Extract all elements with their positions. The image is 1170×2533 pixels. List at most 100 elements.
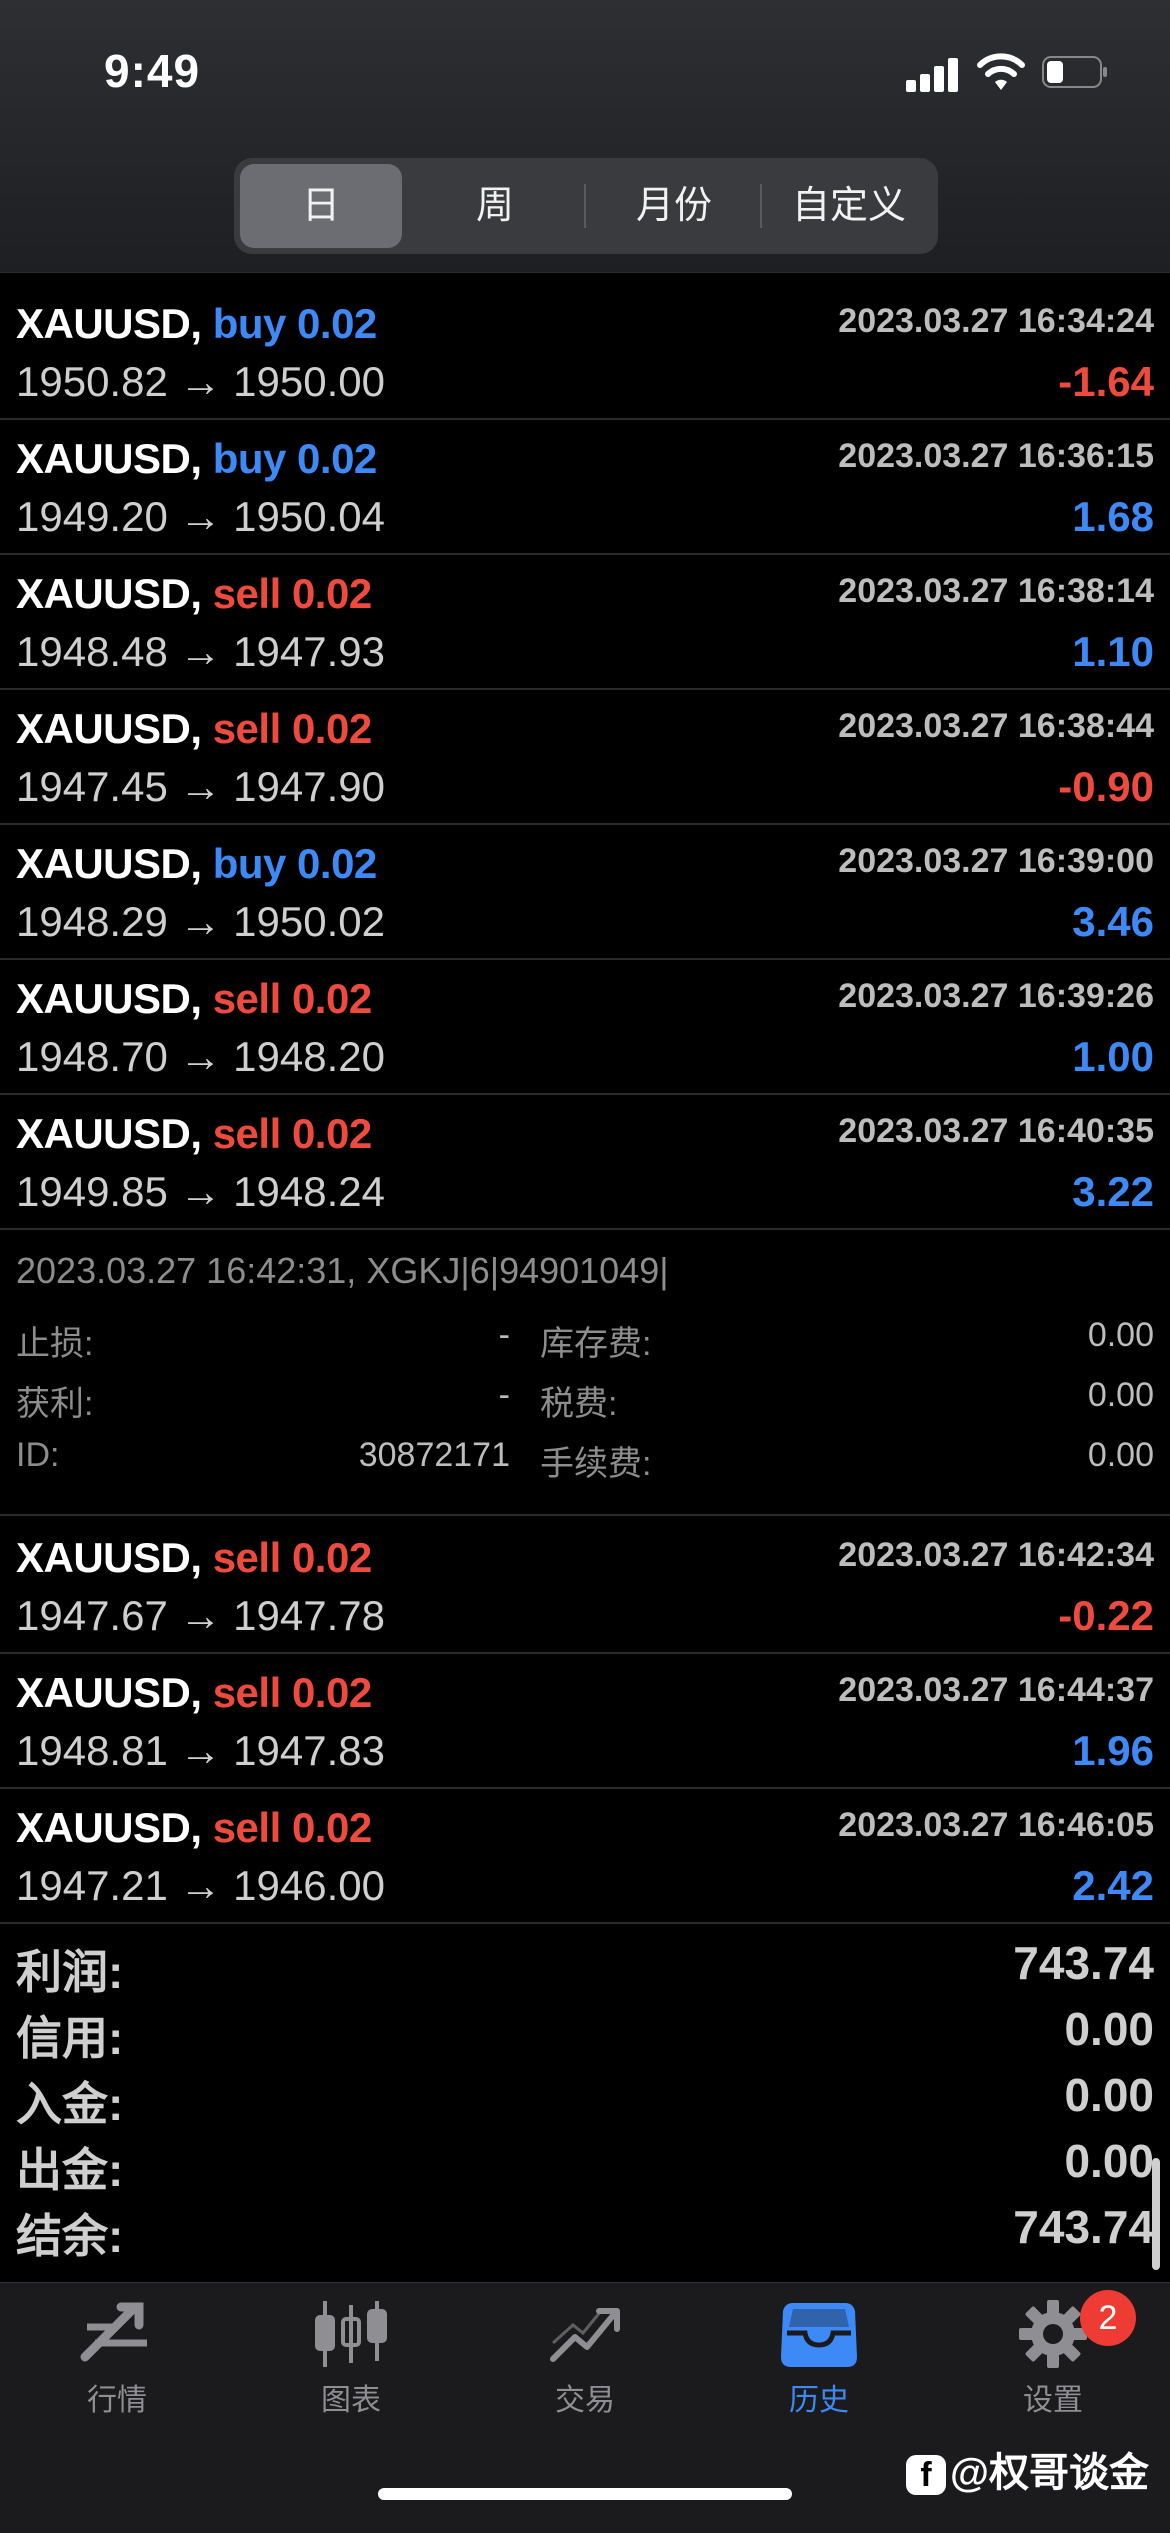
watermark-text: @权哥谈金 bbox=[950, 2451, 1150, 2495]
trade-row[interactable]: XAUUSD, sell 0.02 2023.03.27 16:40:35 1949… bbox=[0, 1094, 1170, 1230]
summary-value-withdrawal: 0.00 bbox=[1064, 2135, 1154, 2187]
watermark: f @权哥谈金 bbox=[906, 2440, 1149, 2498]
tax-label: 税费: bbox=[540, 1385, 618, 1423]
tab-history-label: 历史 bbox=[789, 2384, 849, 2417]
tab-chart-label: 图表 bbox=[321, 2384, 381, 2417]
symbol-text: XAUUSD, bbox=[16, 1534, 202, 1581]
take-profit-label: 获利: bbox=[16, 1385, 94, 1423]
tab-settings-label: 设置 bbox=[1023, 2384, 1083, 2417]
trade-profit: -0.90 bbox=[1058, 763, 1154, 810]
trade-symbol: XAUUSD, sell 0.02 bbox=[16, 1669, 372, 1717]
trade-row[interactable]: XAUUSD, sell 0.02 2023.03.27 16:39:26 1948… bbox=[0, 959, 1170, 1095]
history-inbox-icon bbox=[781, 2303, 857, 2367]
period-tab-custom[interactable]: 自定义 bbox=[764, 164, 934, 248]
account-summary: 利润: 743.74 信用: 0.00 入金: 0.00 出金: 0.00 结余… bbox=[0, 1922, 1170, 2282]
trade-symbol: XAUUSD, sell 0.02 bbox=[16, 1110, 372, 1158]
trade-side: sell bbox=[212, 975, 282, 1022]
trade-symbol: XAUUSD, buy 0.02 bbox=[16, 435, 377, 483]
trade-side: sell bbox=[212, 1669, 282, 1716]
trade-time: 2023.03.27 16:40:35 bbox=[838, 1112, 1154, 1150]
stop-loss-label: 止损: bbox=[16, 1325, 94, 1363]
period-tab-month[interactable]: 月份 bbox=[588, 164, 760, 248]
tab-history[interactable]: 历史 bbox=[702, 2299, 936, 2419]
trade-volume: 0.02 bbox=[291, 1534, 372, 1581]
trade-prices: 1948.29 → 1950.02 bbox=[16, 898, 385, 945]
settings-notification-badge: 2 bbox=[1080, 2290, 1136, 2346]
symbol-text: XAUUSD, bbox=[16, 1669, 202, 1716]
trade-symbol: XAUUSD, buy 0.02 bbox=[16, 300, 377, 348]
trade-time: 2023.03.27 16:44:37 bbox=[838, 1671, 1154, 1709]
trade-prices: 1949.85 → 1948.24 bbox=[16, 1168, 385, 1215]
tab-chart[interactable]: 图表 bbox=[234, 2299, 468, 2419]
trade-profit: 3.46 bbox=[1072, 898, 1154, 945]
summary-value-deposit: 0.00 bbox=[1064, 2069, 1154, 2121]
trade-time: 2023.03.27 16:39:26 bbox=[838, 977, 1154, 1015]
trade-row[interactable]: XAUUSD, sell 0.02 2023.03.27 16:44:37 1948… bbox=[0, 1653, 1170, 1789]
trade-time: 2023.03.27 16:38:44 bbox=[838, 707, 1154, 745]
period-tab-week[interactable]: 周 bbox=[412, 164, 578, 248]
trade-profit: -0.22 bbox=[1058, 1592, 1154, 1639]
period-tab-day[interactable]: 日 bbox=[240, 164, 402, 248]
tab-quotes[interactable]: 行情 bbox=[0, 2299, 234, 2419]
summary-value-balance: 743.74 bbox=[1013, 2201, 1154, 2253]
trade-side: buy bbox=[212, 300, 287, 347]
trade-side: sell bbox=[212, 1534, 282, 1581]
trade-prices: 1950.82 → 1950.00 bbox=[16, 358, 385, 405]
id-value: 30872171 bbox=[358, 1436, 510, 1474]
trade-time: 2023.03.27 16:39:00 bbox=[838, 842, 1154, 880]
wifi-icon bbox=[977, 53, 1025, 90]
trade-row[interactable]: XAUUSD, buy 0.02 2023.03.27 16:34:24 1950.… bbox=[0, 284, 1170, 420]
trade-volume: 0.02 bbox=[291, 570, 372, 617]
trade-row[interactable]: XAUUSD, sell 0.02 2023.03.27 16:46:05 1947… bbox=[0, 1788, 1170, 1924]
trade-time: 2023.03.27 16:34:24 bbox=[838, 302, 1154, 340]
trade-profit: 1.96 bbox=[1072, 1727, 1154, 1774]
trade-detail-panel[interactable]: 2023.03.27 16:42:31, XGKJ|6|94901049| 止损… bbox=[0, 1230, 1170, 1516]
trade-prices: 1948.48 → 1947.93 bbox=[16, 628, 385, 675]
trade-row[interactable]: XAUUSD, sell 0.02 2023.03.27 16:38:44 1947… bbox=[0, 689, 1170, 825]
symbol-text: XAUUSD, bbox=[16, 570, 202, 617]
home-indicator[interactable] bbox=[378, 2488, 792, 2500]
symbol-text: XAUUSD, bbox=[16, 1804, 202, 1851]
summary-label-withdrawal: 出金: bbox=[16, 2144, 124, 2196]
trade-side: sell bbox=[212, 1110, 282, 1157]
trade-profit: 1.68 bbox=[1072, 493, 1154, 540]
trade-volume: 0.02 bbox=[291, 705, 372, 752]
tax-value: 0.00 bbox=[1087, 1376, 1154, 1414]
scrollbar[interactable] bbox=[1152, 2158, 1160, 2270]
trade-symbol: XAUUSD, sell 0.02 bbox=[16, 570, 372, 618]
summary-label-deposit: 入金: bbox=[16, 2078, 124, 2130]
trade-row[interactable]: XAUUSD, buy 0.02 2023.03.27 16:36:15 1949.… bbox=[0, 419, 1170, 555]
trade-side: buy bbox=[212, 435, 287, 482]
trade-prices: 1947.45 → 1947.90 bbox=[16, 763, 385, 810]
trade-side: sell bbox=[212, 1804, 282, 1851]
trade-row[interactable]: XAUUSD, buy 0.02 2023.03.27 16:39:00 1948.… bbox=[0, 824, 1170, 960]
trade-time: 2023.03.27 16:36:15 bbox=[838, 437, 1154, 475]
trade-prices: 1948.70 → 1948.20 bbox=[16, 1033, 385, 1080]
trade-prices: 1949.20 → 1950.04 bbox=[16, 493, 385, 540]
trade-time: 2023.03.27 16:42:34 bbox=[838, 1536, 1154, 1574]
signal-icon bbox=[906, 58, 962, 92]
trade-volume: 0.02 bbox=[297, 300, 377, 347]
trade-profit: 1.10 bbox=[1072, 628, 1154, 675]
trade-row[interactable]: XAUUSD, sell 0.02 2023.03.27 16:42:34 1947… bbox=[0, 1518, 1170, 1654]
candlestick-chart-icon bbox=[315, 2301, 387, 2367]
trade-volume: 0.02 bbox=[297, 840, 377, 887]
trade-row[interactable]: XAUUSD, sell 0.02 2023.03.27 16:38:14 1948… bbox=[0, 554, 1170, 690]
detail-title: 2023.03.27 16:42:31, XGKJ|6|94901049| bbox=[16, 1250, 669, 1291]
trade-symbol: XAUUSD, sell 0.02 bbox=[16, 1804, 372, 1852]
trade-side: sell bbox=[212, 705, 282, 752]
trade-volume: 0.02 bbox=[291, 1669, 372, 1716]
trade-time: 2023.03.27 16:38:14 bbox=[838, 572, 1154, 610]
tab-trade[interactable]: 交易 bbox=[468, 2299, 702, 2419]
trade-prices: 1947.21 → 1946.00 bbox=[16, 1862, 385, 1909]
commission-label: 手续费: bbox=[540, 1445, 652, 1483]
trade-profit: 3.22 bbox=[1072, 1168, 1154, 1215]
trade-side: buy bbox=[212, 840, 287, 887]
period-segmented-control: 日 周 月份 自定义 bbox=[234, 158, 938, 254]
swap-value: 0.00 bbox=[1087, 1316, 1154, 1354]
trade-prices: 1948.81 → 1947.83 bbox=[16, 1727, 385, 1774]
symbol-text: XAUUSD, bbox=[16, 840, 202, 887]
summary-label-credit: 信用: bbox=[16, 2012, 124, 2064]
tab-trade-label: 交易 bbox=[555, 2384, 615, 2417]
symbol-text: XAUUSD, bbox=[16, 300, 202, 347]
